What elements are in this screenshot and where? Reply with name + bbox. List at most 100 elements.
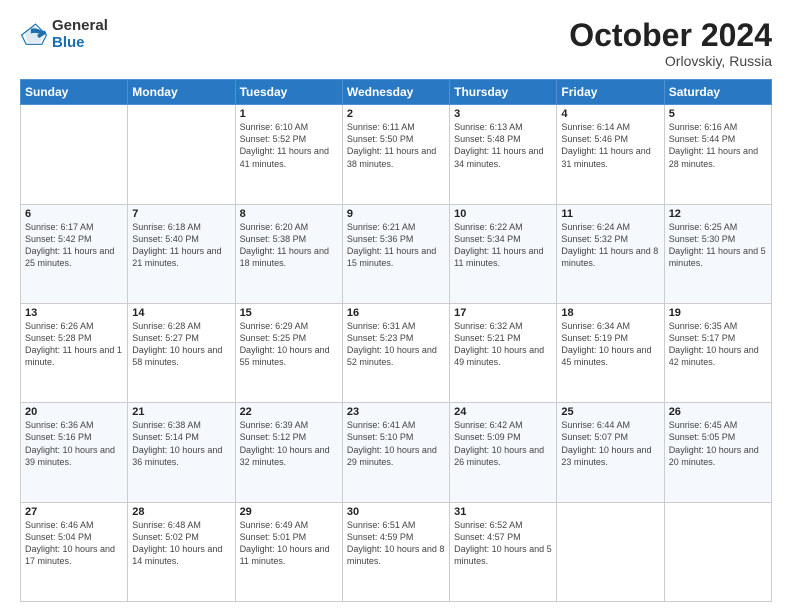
col-thursday: Thursday	[450, 80, 557, 105]
logo-icon	[20, 21, 48, 49]
cell-info: Sunrise: 6:32 AMSunset: 5:21 PMDaylight:…	[454, 320, 552, 369]
day-number: 14	[132, 307, 230, 319]
cell-info: Sunrise: 6:48 AMSunset: 5:02 PMDaylight:…	[132, 519, 230, 568]
table-row: 1Sunrise: 6:10 AMSunset: 5:52 PMDaylight…	[235, 105, 342, 204]
cell-info: Sunrise: 6:39 AMSunset: 5:12 PMDaylight:…	[240, 419, 338, 468]
cell-info: Sunrise: 6:25 AMSunset: 5:30 PMDaylight:…	[669, 221, 767, 270]
table-row: 10Sunrise: 6:22 AMSunset: 5:34 PMDayligh…	[450, 204, 557, 303]
cell-info: Sunrise: 6:11 AMSunset: 5:50 PMDaylight:…	[347, 121, 445, 170]
table-row: 11Sunrise: 6:24 AMSunset: 5:32 PMDayligh…	[557, 204, 664, 303]
col-wednesday: Wednesday	[342, 80, 449, 105]
table-row: 20Sunrise: 6:36 AMSunset: 5:16 PMDayligh…	[21, 403, 128, 502]
cell-info: Sunrise: 6:36 AMSunset: 5:16 PMDaylight:…	[25, 419, 123, 468]
calendar-week-row: 20Sunrise: 6:36 AMSunset: 5:16 PMDayligh…	[21, 403, 772, 502]
cell-info: Sunrise: 6:17 AMSunset: 5:42 PMDaylight:…	[25, 221, 123, 270]
cell-info: Sunrise: 6:14 AMSunset: 5:46 PMDaylight:…	[561, 121, 659, 170]
day-number: 7	[132, 208, 230, 220]
calendar-table: Sunday Monday Tuesday Wednesday Thursday…	[20, 79, 772, 602]
calendar-header-row: Sunday Monday Tuesday Wednesday Thursday…	[21, 80, 772, 105]
table-row: 5Sunrise: 6:16 AMSunset: 5:44 PMDaylight…	[664, 105, 771, 204]
table-row	[21, 105, 128, 204]
day-number: 8	[240, 208, 338, 220]
day-number: 16	[347, 307, 445, 319]
day-number: 3	[454, 108, 552, 120]
cell-info: Sunrise: 6:46 AMSunset: 5:04 PMDaylight:…	[25, 519, 123, 568]
day-number: 29	[240, 506, 338, 518]
day-number: 26	[669, 406, 767, 418]
day-number: 20	[25, 406, 123, 418]
day-number: 6	[25, 208, 123, 220]
day-number: 31	[454, 506, 552, 518]
table-row: 21Sunrise: 6:38 AMSunset: 5:14 PMDayligh…	[128, 403, 235, 502]
table-row: 17Sunrise: 6:32 AMSunset: 5:21 PMDayligh…	[450, 303, 557, 402]
cell-info: Sunrise: 6:21 AMSunset: 5:36 PMDaylight:…	[347, 221, 445, 270]
cell-info: Sunrise: 6:13 AMSunset: 5:48 PMDaylight:…	[454, 121, 552, 170]
day-number: 13	[25, 307, 123, 319]
table-row	[128, 105, 235, 204]
table-row: 19Sunrise: 6:35 AMSunset: 5:17 PMDayligh…	[664, 303, 771, 402]
table-row: 29Sunrise: 6:49 AMSunset: 5:01 PMDayligh…	[235, 502, 342, 601]
table-row: 31Sunrise: 6:52 AMSunset: 4:57 PMDayligh…	[450, 502, 557, 601]
header: General Blue October 2024 Orlovskiy, Rus…	[20, 18, 772, 69]
title-block: October 2024 Orlovskiy, Russia	[569, 18, 772, 69]
table-row: 23Sunrise: 6:41 AMSunset: 5:10 PMDayligh…	[342, 403, 449, 502]
cell-info: Sunrise: 6:28 AMSunset: 5:27 PMDaylight:…	[132, 320, 230, 369]
table-row: 4Sunrise: 6:14 AMSunset: 5:46 PMDaylight…	[557, 105, 664, 204]
month-title: October 2024	[569, 18, 772, 53]
calendar-week-row: 6Sunrise: 6:17 AMSunset: 5:42 PMDaylight…	[21, 204, 772, 303]
table-row: 14Sunrise: 6:28 AMSunset: 5:27 PMDayligh…	[128, 303, 235, 402]
col-friday: Friday	[557, 80, 664, 105]
cell-info: Sunrise: 6:51 AMSunset: 4:59 PMDaylight:…	[347, 519, 445, 568]
table-row: 22Sunrise: 6:39 AMSunset: 5:12 PMDayligh…	[235, 403, 342, 502]
day-number: 11	[561, 208, 659, 220]
table-row: 28Sunrise: 6:48 AMSunset: 5:02 PMDayligh…	[128, 502, 235, 601]
day-number: 22	[240, 406, 338, 418]
day-number: 9	[347, 208, 445, 220]
table-row: 18Sunrise: 6:34 AMSunset: 5:19 PMDayligh…	[557, 303, 664, 402]
table-row: 27Sunrise: 6:46 AMSunset: 5:04 PMDayligh…	[21, 502, 128, 601]
cell-info: Sunrise: 6:45 AMSunset: 5:05 PMDaylight:…	[669, 419, 767, 468]
day-number: 18	[561, 307, 659, 319]
cell-info: Sunrise: 6:44 AMSunset: 5:07 PMDaylight:…	[561, 419, 659, 468]
cell-info: Sunrise: 6:34 AMSunset: 5:19 PMDaylight:…	[561, 320, 659, 369]
table-row: 26Sunrise: 6:45 AMSunset: 5:05 PMDayligh…	[664, 403, 771, 502]
logo-blue-text: Blue	[52, 35, 108, 52]
day-number: 28	[132, 506, 230, 518]
cell-info: Sunrise: 6:31 AMSunset: 5:23 PMDaylight:…	[347, 320, 445, 369]
table-row: 13Sunrise: 6:26 AMSunset: 5:28 PMDayligh…	[21, 303, 128, 402]
cell-info: Sunrise: 6:38 AMSunset: 5:14 PMDaylight:…	[132, 419, 230, 468]
col-saturday: Saturday	[664, 80, 771, 105]
calendar-week-row: 13Sunrise: 6:26 AMSunset: 5:28 PMDayligh…	[21, 303, 772, 402]
table-row: 24Sunrise: 6:42 AMSunset: 5:09 PMDayligh…	[450, 403, 557, 502]
table-row: 3Sunrise: 6:13 AMSunset: 5:48 PMDaylight…	[450, 105, 557, 204]
day-number: 30	[347, 506, 445, 518]
day-number: 12	[669, 208, 767, 220]
day-number: 10	[454, 208, 552, 220]
day-number: 23	[347, 406, 445, 418]
table-row: 16Sunrise: 6:31 AMSunset: 5:23 PMDayligh…	[342, 303, 449, 402]
logo: General Blue	[20, 18, 108, 51]
cell-info: Sunrise: 6:29 AMSunset: 5:25 PMDaylight:…	[240, 320, 338, 369]
table-row	[664, 502, 771, 601]
day-number: 2	[347, 108, 445, 120]
cell-info: Sunrise: 6:41 AMSunset: 5:10 PMDaylight:…	[347, 419, 445, 468]
table-row: 6Sunrise: 6:17 AMSunset: 5:42 PMDaylight…	[21, 204, 128, 303]
cell-info: Sunrise: 6:22 AMSunset: 5:34 PMDaylight:…	[454, 221, 552, 270]
logo-general-text: General	[52, 18, 108, 35]
day-number: 21	[132, 406, 230, 418]
col-sunday: Sunday	[21, 80, 128, 105]
table-row: 9Sunrise: 6:21 AMSunset: 5:36 PMDaylight…	[342, 204, 449, 303]
table-row: 15Sunrise: 6:29 AMSunset: 5:25 PMDayligh…	[235, 303, 342, 402]
table-row: 8Sunrise: 6:20 AMSunset: 5:38 PMDaylight…	[235, 204, 342, 303]
table-row: 2Sunrise: 6:11 AMSunset: 5:50 PMDaylight…	[342, 105, 449, 204]
cell-info: Sunrise: 6:35 AMSunset: 5:17 PMDaylight:…	[669, 320, 767, 369]
day-number: 25	[561, 406, 659, 418]
cell-info: Sunrise: 6:49 AMSunset: 5:01 PMDaylight:…	[240, 519, 338, 568]
day-number: 5	[669, 108, 767, 120]
table-row: 7Sunrise: 6:18 AMSunset: 5:40 PMDaylight…	[128, 204, 235, 303]
day-number: 17	[454, 307, 552, 319]
table-row: 12Sunrise: 6:25 AMSunset: 5:30 PMDayligh…	[664, 204, 771, 303]
col-monday: Monday	[128, 80, 235, 105]
day-number: 4	[561, 108, 659, 120]
day-number: 15	[240, 307, 338, 319]
